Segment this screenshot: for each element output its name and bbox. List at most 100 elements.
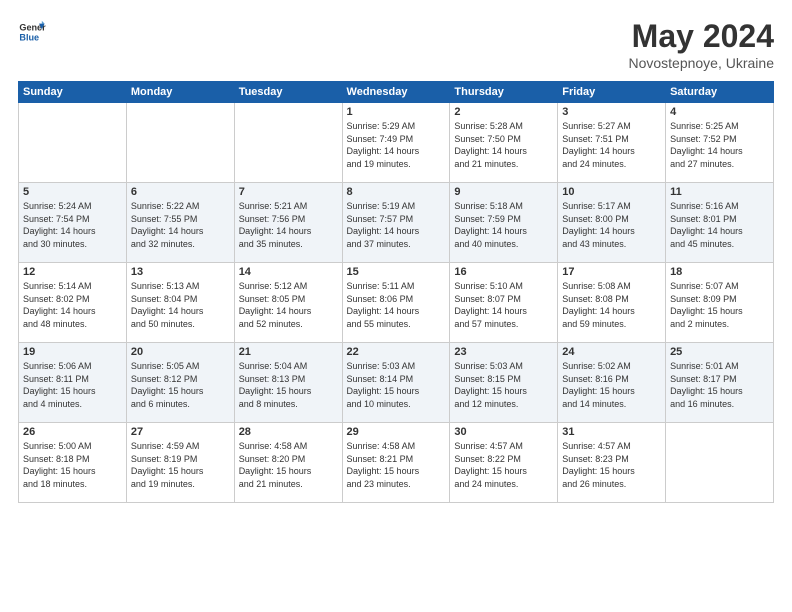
cell-info: Sunrise: 5:19 AM Sunset: 7:57 PM Dayligh… — [347, 200, 446, 250]
calendar-week-row: 1Sunrise: 5:29 AM Sunset: 7:49 PM Daylig… — [19, 103, 774, 183]
cell-info: Sunrise: 5:22 AM Sunset: 7:55 PM Dayligh… — [131, 200, 230, 250]
day-number: 25 — [670, 346, 769, 358]
table-row: 21 Sunrise: 5:04 AM Sunset: 8:13 PM Dayli… — [234, 343, 342, 423]
day-number: 7 — [239, 186, 338, 198]
table-row: 26 Sunrise: 5:00 AM Sunset: 8:18 PM Dayli… — [19, 423, 127, 503]
table-row: 1Sunrise: 5:29 AM Sunset: 7:49 PM Daylig… — [342, 103, 450, 183]
table-row — [234, 103, 342, 183]
cell-info: Sunrise: 5:21 AM Sunset: 7:56 PM Dayligh… — [239, 200, 338, 250]
table-row: 4 Sunrise: 5:25 AM Sunset: 7:52 PM Daylig… — [666, 103, 774, 183]
day-number: 23 — [454, 346, 553, 358]
calendar-week-row: 19 Sunrise: 5:06 AM Sunset: 8:11 PM Dayli… — [19, 343, 774, 423]
day-number: 26 — [23, 426, 122, 438]
header: General Blue May 2024 Novostepnoye, Ukra… — [18, 18, 774, 71]
day-number: 14 — [239, 266, 338, 278]
table-row: 14 Sunrise: 5:12 AM Sunset: 8:05 PM Dayli… — [234, 263, 342, 343]
cell-info: Sunrise: 5:02 AM Sunset: 8:16 PM Dayligh… — [562, 360, 661, 410]
table-row: 5 Sunrise: 5:24 AM Sunset: 7:54 PM Daylig… — [19, 183, 127, 263]
cell-info: Sunrise: 5:25 AM Sunset: 7:52 PM Dayligh… — [670, 120, 769, 170]
day-number: 18 — [670, 266, 769, 278]
table-row: 11 Sunrise: 5:16 AM Sunset: 8:01 PM Dayli… — [666, 183, 774, 263]
cell-info: Sunrise: 4:58 AM Sunset: 8:21 PM Dayligh… — [347, 440, 446, 490]
col-tuesday: Tuesday — [234, 82, 342, 103]
day-number: 10 — [562, 186, 661, 198]
table-row: 30 Sunrise: 4:57 AM Sunset: 8:22 PM Dayli… — [450, 423, 558, 503]
cell-info: Sunrise: 5:03 AM Sunset: 8:14 PM Dayligh… — [347, 360, 446, 410]
day-number: 31 — [562, 426, 661, 438]
day-number: 16 — [454, 266, 553, 278]
day-number: 13 — [131, 266, 230, 278]
cell-info: Sunrise: 5:08 AM Sunset: 8:08 PM Dayligh… — [562, 280, 661, 330]
location: Novostepnoye, Ukraine — [628, 55, 774, 71]
table-row: 13 Sunrise: 5:13 AM Sunset: 8:04 PM Dayli… — [126, 263, 234, 343]
day-number: 15 — [347, 266, 446, 278]
day-number: 5 — [23, 186, 122, 198]
title-block: May 2024 Novostepnoye, Ukraine — [628, 18, 774, 71]
day-number: 3 — [562, 106, 661, 118]
day-number: 22 — [347, 346, 446, 358]
cell-info: Sunrise: 5:04 AM Sunset: 8:13 PM Dayligh… — [239, 360, 338, 410]
day-number: 8 — [347, 186, 446, 198]
table-row: 3Sunrise: 5:27 AM Sunset: 7:51 PM Daylig… — [558, 103, 666, 183]
day-number: 9 — [454, 186, 553, 198]
day-number: 24 — [562, 346, 661, 358]
table-row: 15Sunrise: 5:11 AM Sunset: 8:06 PM Dayli… — [342, 263, 450, 343]
cell-info: Sunrise: 4:57 AM Sunset: 8:23 PM Dayligh… — [562, 440, 661, 490]
day-number: 30 — [454, 426, 553, 438]
table-row: 10Sunrise: 5:17 AM Sunset: 8:00 PM Dayli… — [558, 183, 666, 263]
cell-info: Sunrise: 5:13 AM Sunset: 8:04 PM Dayligh… — [131, 280, 230, 330]
table-row: 29Sunrise: 4:58 AM Sunset: 8:21 PM Dayli… — [342, 423, 450, 503]
table-row: 12Sunrise: 5:14 AM Sunset: 8:02 PM Dayli… — [19, 263, 127, 343]
cell-info: Sunrise: 4:57 AM Sunset: 8:22 PM Dayligh… — [454, 440, 553, 490]
col-monday: Monday — [126, 82, 234, 103]
table-row: 16 Sunrise: 5:10 AM Sunset: 8:07 PM Dayli… — [450, 263, 558, 343]
svg-text:Blue: Blue — [19, 32, 39, 42]
col-saturday: Saturday — [666, 82, 774, 103]
table-row: 6Sunrise: 5:22 AM Sunset: 7:55 PM Daylig… — [126, 183, 234, 263]
day-number: 11 — [670, 186, 769, 198]
cell-info: Sunrise: 5:16 AM Sunset: 8:01 PM Dayligh… — [670, 200, 769, 250]
cell-info: Sunrise: 5:07 AM Sunset: 8:09 PM Dayligh… — [670, 280, 769, 330]
day-number: 21 — [239, 346, 338, 358]
cell-info: Sunrise: 5:05 AM Sunset: 8:12 PM Dayligh… — [131, 360, 230, 410]
cell-info: Sunrise: 5:01 AM Sunset: 8:17 PM Dayligh… — [670, 360, 769, 410]
table-row: 25 Sunrise: 5:01 AM Sunset: 8:17 PM Dayli… — [666, 343, 774, 423]
cell-info: Sunrise: 5:06 AM Sunset: 8:11 PM Dayligh… — [23, 360, 122, 410]
cell-info: Sunrise: 4:59 AM Sunset: 8:19 PM Dayligh… — [131, 440, 230, 490]
calendar: Sunday Monday Tuesday Wednesday Thursday… — [18, 81, 774, 503]
col-thursday: Thursday — [450, 82, 558, 103]
table-row: 24 Sunrise: 5:02 AM Sunset: 8:16 PM Dayli… — [558, 343, 666, 423]
day-number: 2 — [454, 106, 553, 118]
cell-info: Sunrise: 4:58 AM Sunset: 8:20 PM Dayligh… — [239, 440, 338, 490]
calendar-header-row: Sunday Monday Tuesday Wednesday Thursday… — [19, 82, 774, 103]
cell-info: Sunrise: 5:03 AM Sunset: 8:15 PM Dayligh… — [454, 360, 553, 410]
table-row: 31 Sunrise: 4:57 AM Sunset: 8:23 PM Dayli… — [558, 423, 666, 503]
table-row: 18 Sunrise: 5:07 AM Sunset: 8:09 PM Dayli… — [666, 263, 774, 343]
table-row: 17 Sunrise: 5:08 AM Sunset: 8:08 PM Dayli… — [558, 263, 666, 343]
table-row: 20Sunrise: 5:05 AM Sunset: 8:12 PM Dayli… — [126, 343, 234, 423]
table-row: 28Sunrise: 4:58 AM Sunset: 8:20 PM Dayli… — [234, 423, 342, 503]
cell-info: Sunrise: 5:24 AM Sunset: 7:54 PM Dayligh… — [23, 200, 122, 250]
logo: General Blue — [18, 18, 50, 46]
table-row: 9 Sunrise: 5:18 AM Sunset: 7:59 PM Daylig… — [450, 183, 558, 263]
month-title: May 2024 — [628, 18, 774, 55]
table-row — [126, 103, 234, 183]
col-sunday: Sunday — [19, 82, 127, 103]
day-number: 17 — [562, 266, 661, 278]
cell-info: Sunrise: 5:18 AM Sunset: 7:59 PM Dayligh… — [454, 200, 553, 250]
day-number: 19 — [23, 346, 122, 358]
table-row: 22 Sunrise: 5:03 AM Sunset: 8:14 PM Dayli… — [342, 343, 450, 423]
table-row: 7 Sunrise: 5:21 AM Sunset: 7:56 PM Daylig… — [234, 183, 342, 263]
calendar-week-row: 5 Sunrise: 5:24 AM Sunset: 7:54 PM Daylig… — [19, 183, 774, 263]
table-row: 19 Sunrise: 5:06 AM Sunset: 8:11 PM Dayli… — [19, 343, 127, 423]
cell-info: Sunrise: 5:10 AM Sunset: 8:07 PM Dayligh… — [454, 280, 553, 330]
day-number: 4 — [670, 106, 769, 118]
day-number: 27 — [131, 426, 230, 438]
cell-info: Sunrise: 5:12 AM Sunset: 8:05 PM Dayligh… — [239, 280, 338, 330]
cell-info: Sunrise: 5:00 AM Sunset: 8:18 PM Dayligh… — [23, 440, 122, 490]
table-row — [19, 103, 127, 183]
table-row: 2Sunrise: 5:28 AM Sunset: 7:50 PM Daylig… — [450, 103, 558, 183]
table-row: 27 Sunrise: 4:59 AM Sunset: 8:19 PM Dayli… — [126, 423, 234, 503]
logo-icon: General Blue — [18, 18, 46, 46]
page: General Blue May 2024 Novostepnoye, Ukra… — [0, 0, 792, 612]
